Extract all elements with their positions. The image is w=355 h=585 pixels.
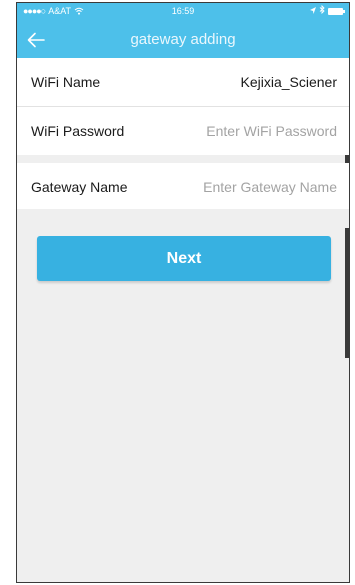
- wifi-name-value: Kejixia_Sciener: [240, 74, 338, 90]
- page-title: gateway adding: [130, 31, 236, 48]
- wifi-settings-group: WiFi Name Kejixia_Sciener WiFi Password: [17, 58, 349, 155]
- status-right: [310, 3, 345, 19]
- battery-icon: [328, 7, 345, 15]
- nav-bar: gateway adding: [17, 25, 349, 55]
- phone-side-button: [345, 228, 349, 358]
- wifi-password-label: WiFi Password: [31, 122, 125, 139]
- wifi-name-label: WiFi Name: [31, 74, 101, 90]
- location-icon: [310, 3, 316, 19]
- status-bar: ●●●●○ A&AT 16:59: [17, 3, 349, 19]
- next-button[interactable]: Next: [37, 236, 331, 281]
- gateway-name-input[interactable]: [177, 179, 337, 195]
- phone-frame: ●●●●○ A&AT 16:59 gateway adding WiFi Nam…: [16, 2, 350, 583]
- app-header: ●●●●○ A&AT 16:59 gateway adding: [17, 3, 349, 58]
- wifi-password-input[interactable]: [177, 122, 337, 139]
- bluetooth-icon: [319, 3, 325, 19]
- gateway-name-row: Gateway Name: [17, 163, 349, 211]
- wifi-name-row: WiFi Name Kejixia_Sciener: [17, 58, 349, 106]
- gateway-name-label: Gateway Name: [31, 179, 128, 195]
- status-time: 16:59: [171, 6, 195, 16]
- wifi-password-row: WiFi Password: [17, 106, 349, 154]
- gateway-settings-group: Gateway Name: [17, 163, 349, 209]
